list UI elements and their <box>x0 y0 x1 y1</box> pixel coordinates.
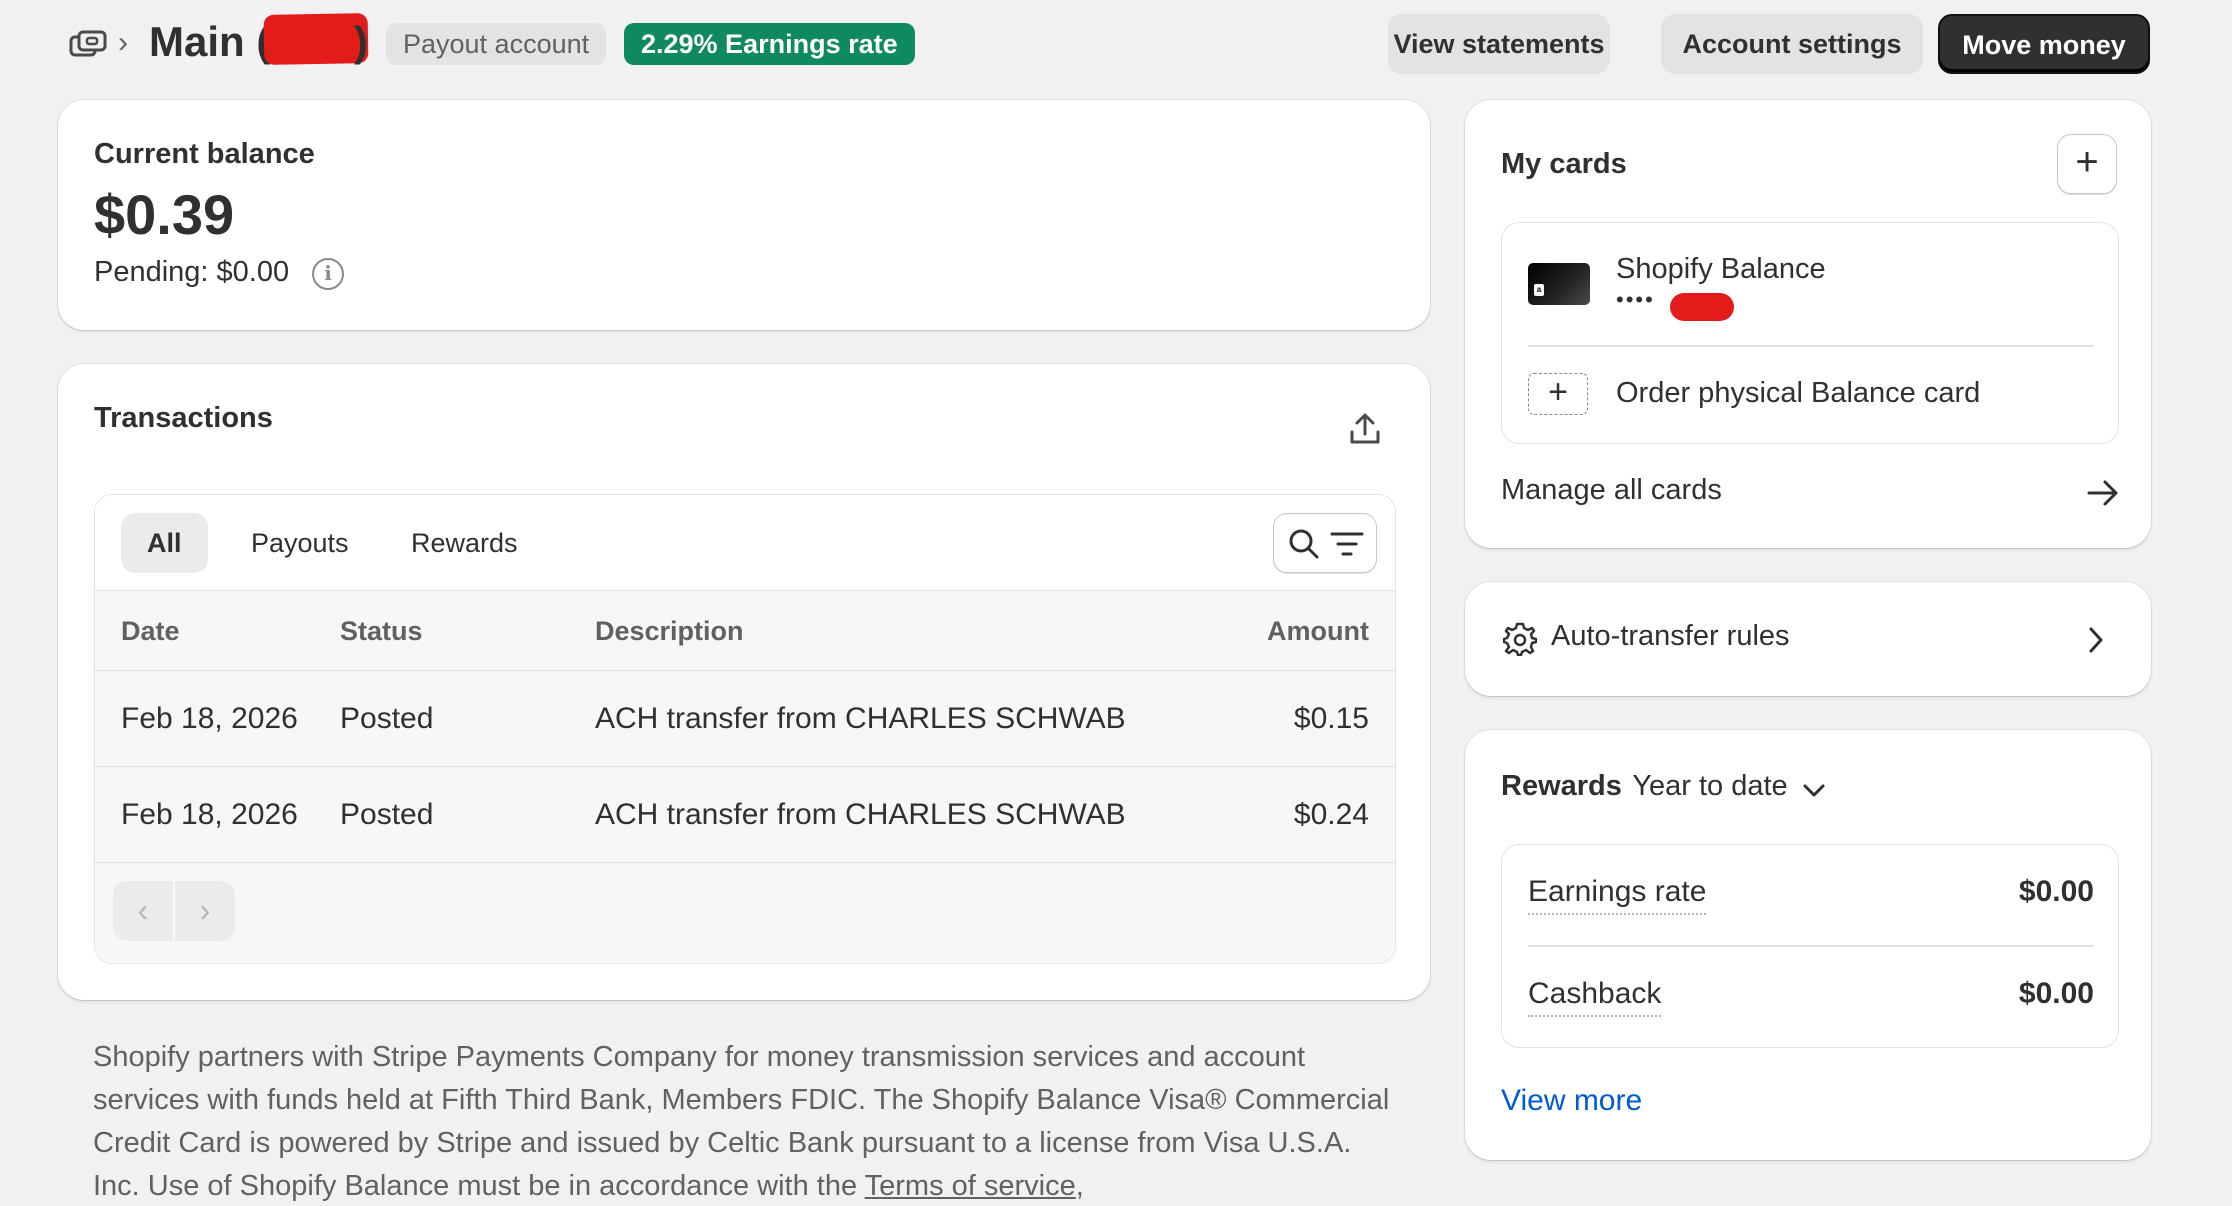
chevron-down-icon[interactable] <box>1802 783 1826 799</box>
disclaimer-trailing: , <box>1075 1170 1084 1202</box>
cashback-label[interactable]: Cashback <box>1528 977 1662 1017</box>
column-amount[interactable]: Amount <box>1267 591 1369 671</box>
my-cards-title: My cards <box>1501 148 1627 180</box>
table-row[interactable]: Feb 18, 2026 Posted ACH transfer from CH… <box>95 767 1395 863</box>
tab-all[interactable]: All <box>121 513 208 573</box>
search-icon <box>1289 529 1319 559</box>
column-date[interactable]: Date <box>121 591 180 671</box>
terms-of-service-link[interactable]: Terms of service <box>865 1170 1076 1202</box>
cashback-value: $0.00 <box>2018 977 2094 1010</box>
redaction-mark <box>1670 293 1734 321</box>
row-status: Posted <box>340 702 434 735</box>
account-settings-button[interactable]: Account settings <box>1661 14 1923 74</box>
rewards-title: Rewards <box>1501 770 1622 802</box>
filter-icon <box>1330 532 1364 556</box>
column-description[interactable]: Description <box>595 591 744 671</box>
rewards-card: Rewards Year to date Earnings rate $0.00… <box>1465 730 2151 1160</box>
card-thumbnail: a <box>1528 263 1590 305</box>
rewards-period-selector[interactable]: Year to date <box>1632 770 1787 802</box>
shopify-bag-icon: a <box>1534 284 1544 296</box>
table-row[interactable]: Feb 18, 2026 Posted ACH transfer from CH… <box>95 671 1395 767</box>
account-stack-icon <box>69 30 107 57</box>
shopify-balance-card-item[interactable]: a Shopify Balance •••• <box>1502 223 2118 345</box>
export-icon[interactable] <box>1348 412 1382 446</box>
auto-transfer-rules-card[interactable]: Auto-transfer rules <box>1465 582 2151 696</box>
next-page-button[interactable]: › <box>175 881 235 941</box>
pagination: ‹ › <box>113 881 235 941</box>
view-statements-button[interactable]: View statements <box>1388 14 1610 74</box>
page-header: › Main ( ) Payout account 2.29% Earnings… <box>0 0 2232 90</box>
row-description: ACH transfer from CHARLES SCHWAB <box>595 798 1126 831</box>
cards-list: a Shopify Balance •••• + Order physical … <box>1501 222 2119 444</box>
row-description: ACH transfer from CHARLES SCHWAB <box>595 702 1126 735</box>
row-date: Feb 18, 2026 <box>121 702 298 735</box>
earnings-rate-label[interactable]: Earnings rate <box>1528 875 1707 915</box>
rewards-summary: Earnings rate $0.00 Cashback $0.00 <box>1501 844 2119 1048</box>
add-card-button[interactable]: + <box>2057 134 2117 194</box>
reward-row-cashback: Cashback $0.00 <box>1528 947 2094 1047</box>
manage-all-cards-link[interactable]: Manage all cards <box>1501 472 2119 516</box>
row-date: Feb 18, 2026 <box>121 798 298 831</box>
info-icon[interactable]: i <box>312 258 344 290</box>
view-more-link[interactable]: View more <box>1501 1084 1642 1118</box>
reward-row-earnings-rate: Earnings rate $0.00 <box>1528 845 2094 945</box>
current-balance-label: Current balance <box>94 138 315 170</box>
table-header: Date Status Description Amount <box>95 591 1395 671</box>
card-name: Shopify Balance <box>1616 253 1826 285</box>
current-balance-card: Current balance $0.39 Pending: $0.00 i <box>58 100 1430 330</box>
earnings-rate-badge: 2.29% Earnings rate <box>624 23 915 65</box>
pagination-bar: ‹ › <box>95 863 1395 963</box>
rewards-header: Rewards Year to date <box>1501 770 1826 803</box>
payout-account-badge: Payout account <box>386 23 607 65</box>
transactions-title: Transactions <box>94 402 273 434</box>
auto-transfer-rules-label: Auto-transfer rules <box>1551 620 1790 652</box>
pending-amount: Pending: $0.00 <box>94 256 290 288</box>
arrow-right-icon <box>2087 480 2118 506</box>
chevron-right-icon <box>2089 627 2103 653</box>
row-amount: $0.24 <box>1293 798 1369 831</box>
tab-rewards[interactable]: Rewards <box>385 513 544 573</box>
legal-disclaimer: Shopify partners with Stripe Payments Co… <box>93 1036 1393 1206</box>
transactions-tabs: All Payouts Rewards <box>95 495 1395 591</box>
current-balance-amount: $0.39 <box>94 183 235 246</box>
row-amount: $0.15 <box>1293 702 1369 735</box>
order-physical-card-item[interactable]: + Order physical Balance card <box>1502 347 2118 443</box>
gear-icon <box>1503 622 1537 656</box>
breadcrumb-separator: › <box>118 26 128 59</box>
row-status: Posted <box>340 798 434 831</box>
transactions-card: Transactions All Payouts Rewards Date St… <box>58 364 1430 1000</box>
disclaimer-text: Shopify partners with Stripe Payments Co… <box>93 1041 1390 1202</box>
page-title-suffix: ) <box>354 18 368 65</box>
plus-icon: + <box>1528 373 1588 415</box>
manage-all-cards-label: Manage all cards <box>1501 474 1722 506</box>
order-physical-card-label: Order physical Balance card <box>1616 377 1981 409</box>
previous-page-button[interactable]: ‹ <box>113 881 173 941</box>
move-money-button[interactable]: Move money <box>1938 14 2150 74</box>
redaction-mark <box>263 13 369 65</box>
card-number-mask: •••• <box>1616 287 1655 312</box>
search-filter-button[interactable] <box>1273 513 1377 573</box>
tab-payouts[interactable]: Payouts <box>225 513 375 573</box>
my-cards-card: My cards + a Shopify Balance •••• + Orde… <box>1465 100 2151 548</box>
column-status[interactable]: Status <box>340 591 423 671</box>
transactions-table: All Payouts Rewards Date Status Descript… <box>94 494 1396 964</box>
earnings-rate-value: $0.00 <box>2018 875 2094 908</box>
page-title: Main ( <box>149 18 271 65</box>
